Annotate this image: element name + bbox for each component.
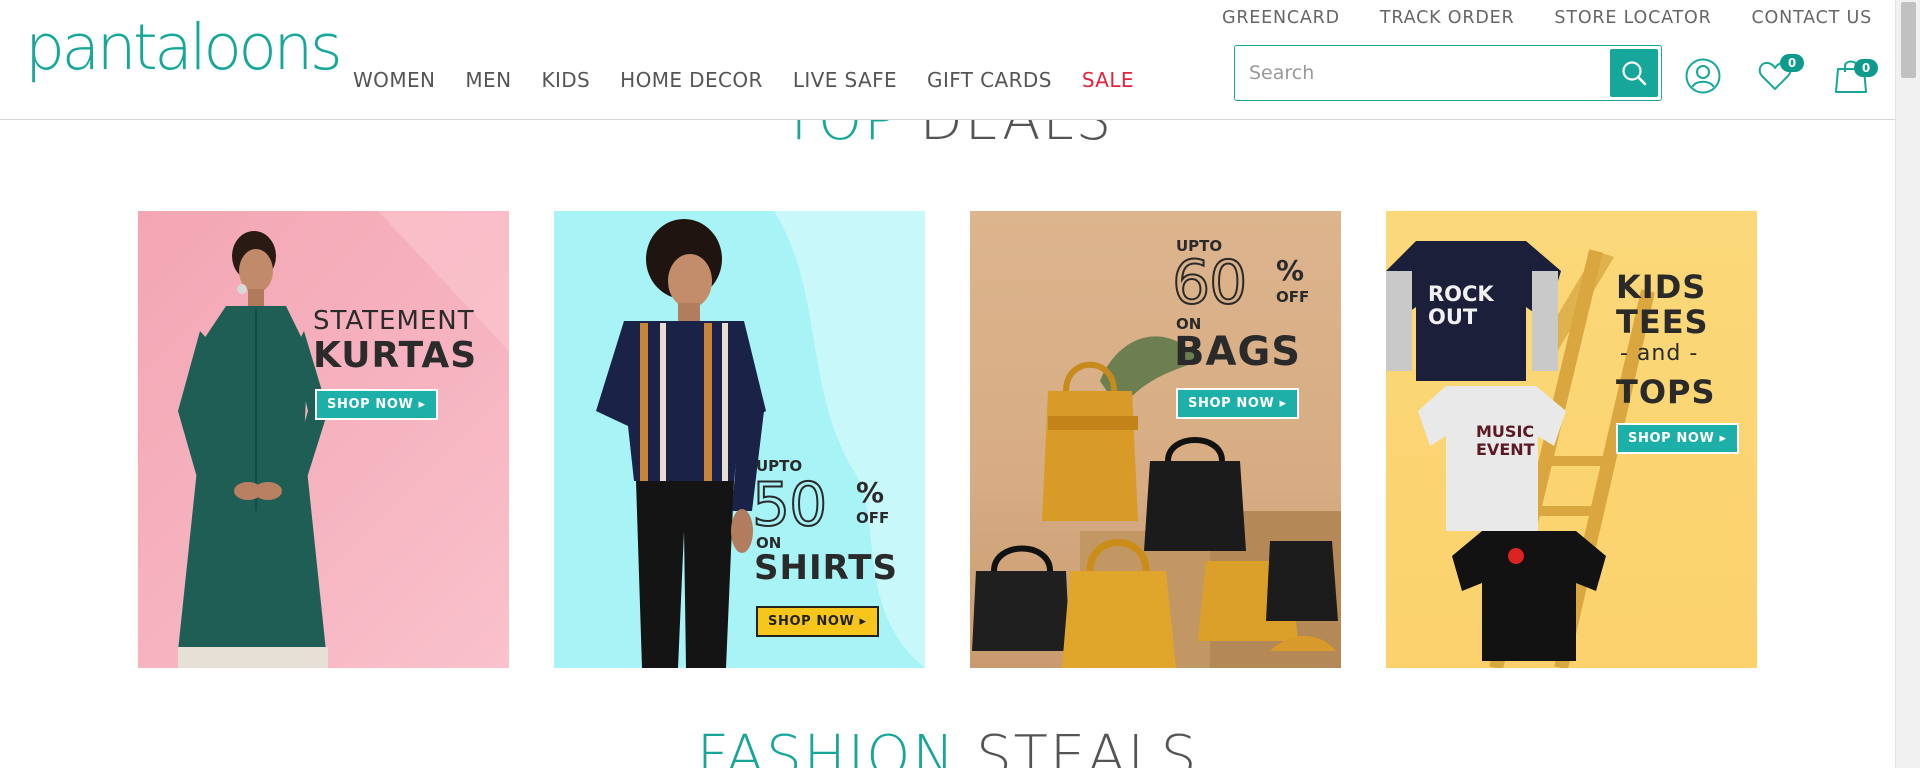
search-icon <box>1622 61 1647 86</box>
bags-percent: 60 <box>1171 248 1248 318</box>
bag-count-badge: 0 <box>1854 59 1878 77</box>
shirt-model-image <box>596 211 925 668</box>
kurta-model-image <box>178 211 509 668</box>
wishlist-count-badge: 0 <box>1780 54 1804 72</box>
shirts-percent-sign: % <box>856 476 885 509</box>
kids-tee2-print: MUSIC EVENT <box>1476 422 1535 459</box>
search-button[interactable] <box>1610 49 1658 97</box>
deal-card-kids[interactable]: ROCK OUT MUSIC EVENT KIDS TEES - and - T… <box>1386 211 1757 668</box>
shirts-category: SHIRTS <box>754 548 898 588</box>
bags-shop-now-button[interactable]: SHOP NOW ▸ <box>1176 388 1299 419</box>
account-button[interactable] <box>1684 57 1724 97</box>
user-icon <box>1685 58 1721 94</box>
page-scrollbar[interactable] <box>1895 0 1920 768</box>
fashion-steals-title: FASHION STEALS <box>0 724 1895 768</box>
bags-percent-sign: % <box>1276 254 1305 287</box>
deal-card-shirts[interactable]: UPTO 50 % OFF ON SHIRTS SHOP NOW ▸ <box>554 211 925 668</box>
kurtas-line2: KURTAS <box>313 335 478 376</box>
shirts-shop-now-button[interactable]: SHOP NOW ▸ <box>756 606 879 637</box>
fashion-steals-title-rest: STEALS <box>976 724 1199 768</box>
nav-kids[interactable]: KIDS <box>541 68 590 92</box>
contact-us-link[interactable]: CONTACT US <box>1752 8 1872 28</box>
kurtas-line1: STATEMENT <box>313 306 475 336</box>
shirts-off: OFF <box>856 509 890 527</box>
bag-button[interactable]: 0 <box>1832 57 1878 97</box>
greencard-link[interactable]: GREENCARD <box>1222 8 1340 28</box>
fashion-steals-title-accent: FASHION <box>696 724 957 768</box>
deal-card-bags[interactable]: UPTO 60 % OFF ON BAGS SHOP NOW ▸ <box>970 211 1341 668</box>
nav-live-safe[interactable]: LIVE SAFE <box>793 68 897 92</box>
store-locator-link[interactable]: STORE LOCATOR <box>1554 8 1711 28</box>
deals-row: STATEMENT KURTAS SHOP NOW ▸ UPTO 50 % OF… <box>138 211 1757 668</box>
bags-category: BAGS <box>1174 329 1302 375</box>
kids-line2: TEES <box>1616 303 1709 341</box>
scrollbar-thumb[interactable] <box>1901 2 1916 78</box>
shirts-percent: 50 <box>751 470 828 540</box>
main-nav: WOMEN MEN KIDS HOME DECOR LIVE SAFE GIFT… <box>353 68 1134 92</box>
utility-links: GREENCARD TRACK ORDER STORE LOCATOR CONT… <box>1222 8 1872 28</box>
kids-tee1-print: ROCK OUT <box>1428 282 1494 330</box>
pantaloons-logo[interactable]: pantaloons <box>25 8 343 88</box>
page: pantaloons GREENCARD TRACK ORDER STORE L… <box>0 0 1895 768</box>
kurtas-shop-now-button[interactable]: SHOP NOW ▸ <box>315 389 438 420</box>
deal-card-kurtas[interactable]: STATEMENT KURTAS SHOP NOW ▸ <box>138 211 509 668</box>
search-box <box>1234 45 1662 101</box>
track-order-link[interactable]: TRACK ORDER <box>1380 8 1515 28</box>
site-header: pantaloons GREENCARD TRACK ORDER STORE L… <box>0 0 1895 120</box>
nav-gift-cards[interactable]: GIFT CARDS <box>927 68 1052 92</box>
bags-off: OFF <box>1276 288 1310 306</box>
kids-shop-now-button[interactable]: SHOP NOW ▸ <box>1616 423 1739 454</box>
search-input[interactable] <box>1235 46 1605 99</box>
kids-line3: - and - <box>1620 341 1699 366</box>
nav-home-decor[interactable]: HOME DECOR <box>620 68 763 92</box>
nav-men[interactable]: MEN <box>465 68 511 92</box>
nav-women[interactable]: WOMEN <box>353 68 435 92</box>
nav-sale[interactable]: SALE <box>1082 68 1134 92</box>
kids-line1: KIDS <box>1616 268 1707 306</box>
wishlist-button[interactable]: 0 <box>1756 54 1804 97</box>
kids-line4: TOPS <box>1616 373 1716 411</box>
